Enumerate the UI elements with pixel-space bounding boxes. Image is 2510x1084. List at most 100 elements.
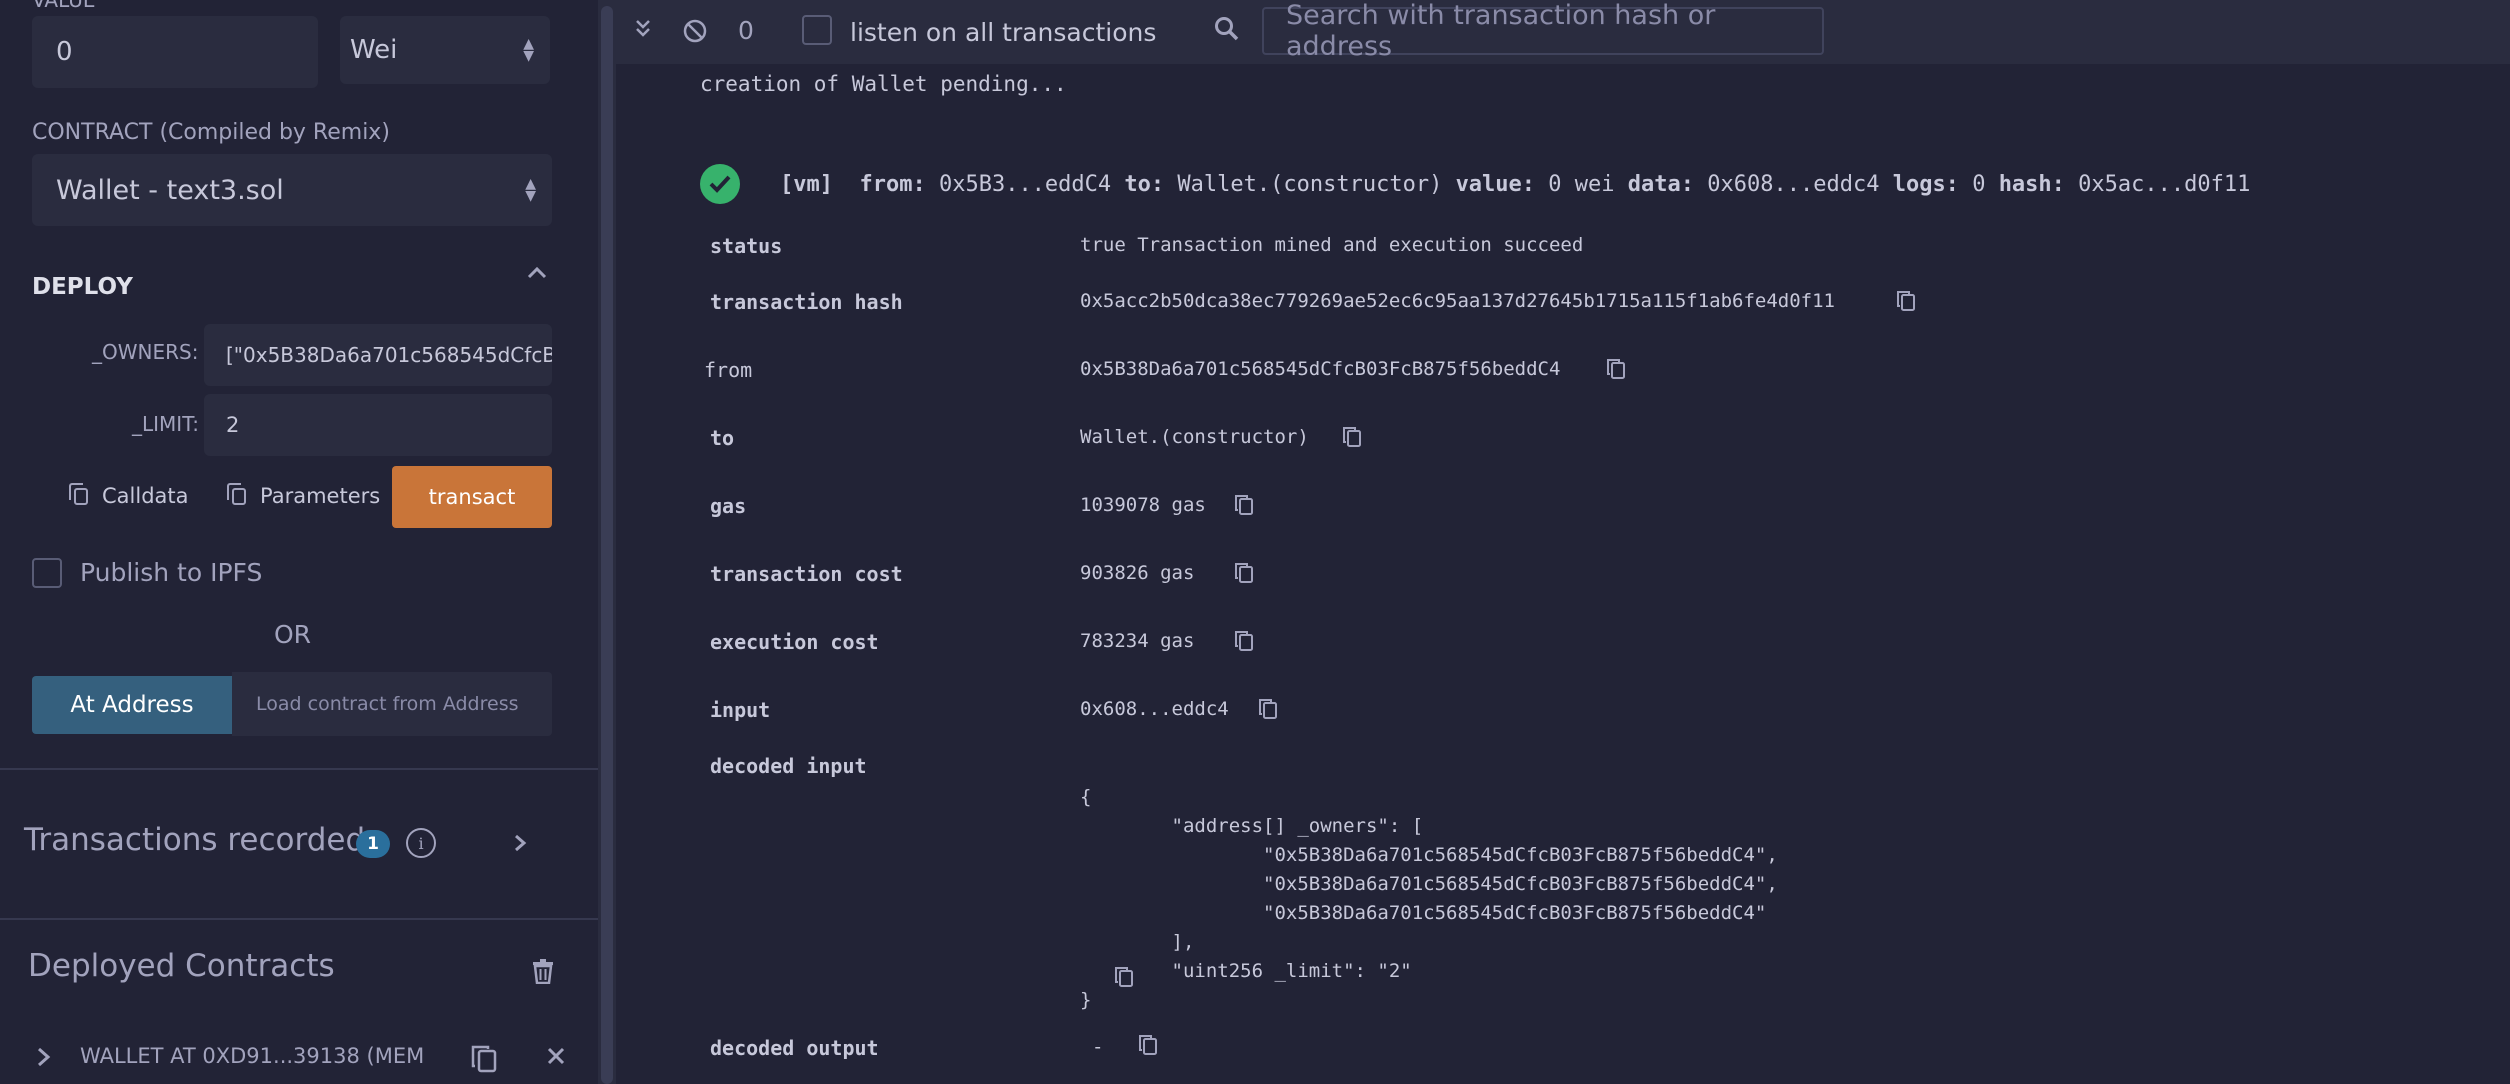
divider	[0, 918, 598, 920]
status-value: true Transaction mined and execution suc…	[1080, 234, 1584, 256]
summary-value-value: 0 wei	[1548, 172, 1615, 197]
listen-all-label: listen on all transactions	[850, 18, 1157, 47]
limit-input-text: 2	[226, 413, 240, 437]
summary-value-key: value:	[1455, 172, 1536, 197]
transact-button[interactable]: transact	[392, 466, 552, 528]
tx-cost-key: transaction cost	[710, 562, 903, 586]
gas-key: gas	[710, 494, 747, 518]
value-label: VALUE	[32, 0, 96, 12]
publish-ipfs-label: Publish to IPFS	[80, 558, 263, 587]
info-icon[interactable]: i	[406, 828, 436, 858]
expand-chevron-right-icon[interactable]	[36, 1046, 52, 1072]
left-panel-scrollbar-thumb[interactable]	[601, 6, 613, 1084]
decoded-input-line: "uint256 _limit": "2"	[1080, 960, 1412, 982]
exec-cost-value: 783234 gas	[1080, 630, 1195, 652]
input-value: 0x608...eddc4	[1080, 698, 1229, 720]
gas-value: 1039078 gas	[1080, 494, 1206, 516]
decoded-input-line: "0x5B38Da6a701c568545dCfcB03FcB875f56bed…	[1080, 873, 1778, 895]
summary-logs-value: 0	[1972, 172, 1986, 197]
decoded-input-line: ],	[1080, 931, 1195, 953]
from-value: 0x5B38Da6a701c568545dCfcB03FcB875f56bedd…	[1080, 358, 1561, 380]
owners-label: _OWNERS:	[92, 340, 199, 364]
copy-icon[interactable]	[1234, 494, 1254, 520]
unit-select[interactable]: Wei ▲ ▼	[340, 16, 550, 84]
copy-address-icon[interactable]	[470, 1044, 498, 1078]
summary-hash-key: hash:	[1998, 172, 2065, 197]
decoded-input-value: { "address[] _owners": [ "0x5B38Da6a701c…	[1080, 754, 1778, 1044]
parameters-button[interactable]: Parameters	[227, 482, 381, 508]
copy-icon[interactable]	[1258, 698, 1278, 724]
summary-from-value: 0x5B3...eddC4	[938, 172, 1112, 197]
pending-count: 0	[738, 16, 754, 45]
pending-message: creation of Wallet pending...	[700, 72, 1067, 96]
copy-icon	[227, 482, 246, 505]
contract-select[interactable]: Wallet - text3.sol ▲ ▼	[32, 154, 552, 226]
vm-tag: [vm]	[780, 172, 833, 197]
decoded-input-key: decoded input	[710, 754, 867, 778]
limit-input[interactable]: 2	[204, 394, 552, 456]
summary-hash-value: 0x5ac...d0f11	[2078, 172, 2251, 197]
collapse-terminal-icon[interactable]	[634, 18, 652, 44]
value-input-text: 0	[56, 37, 73, 67]
transactions-count-badge: 1	[356, 830, 390, 858]
at-address-button[interactable]: At Address	[32, 676, 232, 734]
copy-icon	[69, 482, 88, 505]
contract-select-text: Wallet - text3.sol	[56, 174, 284, 206]
tx-hash-key: transaction hash	[710, 290, 903, 314]
clear-console-icon[interactable]	[682, 18, 708, 48]
copy-icon[interactable]	[1234, 630, 1254, 656]
deployed-item-label: WALLET AT 0XD91...39138 (MEM	[80, 1044, 425, 1068]
success-check-icon	[700, 164, 740, 204]
tx-cost-value: 903826 gas	[1080, 562, 1195, 584]
summary-from-key: from:	[859, 172, 926, 197]
decoded-input-line: {	[1080, 786, 1092, 808]
calldata-button[interactable]: Calldata	[69, 482, 189, 508]
decoded-input-line: "address[] _owners": [	[1080, 815, 1424, 837]
decoded-input-line: "0x5B38Da6a701c568545dCfcB03FcB875f56bed…	[1080, 844, 1778, 866]
at-address-input[interactable]: Load contract from Address	[232, 672, 552, 736]
listen-all-checkbox[interactable]	[802, 15, 832, 45]
copy-icon[interactable]	[1114, 966, 1134, 992]
search-input[interactable]: Search with transaction hash or address	[1262, 0, 1824, 62]
decoded-input-line: }	[1080, 989, 1092, 1011]
limit-label: _LIMIT:	[132, 412, 199, 436]
parameters-label: Parameters	[260, 484, 381, 508]
contract-label: CONTRACT (Compiled by Remix)	[32, 120, 390, 145]
select-arrows-icon: ▲ ▼	[525, 176, 536, 204]
divider	[0, 768, 598, 770]
summary-data-value: 0x608...eddc4	[1707, 172, 1880, 197]
close-icon[interactable]	[546, 1046, 566, 1070]
copy-icon[interactable]	[1896, 290, 1916, 316]
transaction-summary[interactable]: [vm] from: 0x5B3...eddC4 to: Wallet.(con…	[780, 172, 2250, 197]
deploy-title: DEPLOY	[32, 274, 133, 300]
select-arrows-icon: ▲ ▼	[523, 36, 534, 64]
unit-select-text: Wei	[350, 35, 398, 65]
tx-hash-value: 0x5acc2b50dca38ec779269ae52ec6c95aa137d2…	[1080, 290, 1835, 312]
exec-cost-key: execution cost	[710, 630, 879, 654]
decoded-output-key: decoded output	[710, 1036, 879, 1060]
copy-icon[interactable]	[1234, 562, 1254, 588]
copy-icon[interactable]	[1606, 358, 1626, 384]
to-value: Wallet.(constructor)	[1080, 426, 1309, 448]
status-key: status	[710, 234, 783, 258]
copy-icon[interactable]	[1138, 1034, 1158, 1060]
value-input[interactable]: 0	[32, 16, 318, 88]
summary-logs-key: logs:	[1892, 172, 1959, 197]
summary-to-value: Wallet.(constructor)	[1177, 172, 1443, 197]
run-panel: VALUE 0 Wei ▲ ▼ CONTRACT (Compiled by Rem…	[0, 0, 598, 1084]
owners-input[interactable]: ["0x5B38Da6a701c568545dCfcB	[204, 324, 552, 386]
deployed-item[interactable]: WALLET AT 0XD91...39138 (MEM	[0, 1030, 598, 1084]
or-label: OR	[274, 620, 312, 649]
expand-chevron-right-icon[interactable]	[510, 832, 530, 854]
collapse-chevron-up-icon[interactable]	[526, 262, 548, 284]
publish-ipfs-checkbox[interactable]	[32, 558, 62, 588]
decoded-output-value: -	[1092, 1036, 1104, 1058]
copy-icon[interactable]	[1342, 426, 1362, 452]
summary-to-key: to:	[1124, 172, 1165, 197]
trash-icon[interactable]	[532, 958, 554, 988]
to-key: to	[710, 426, 735, 450]
contract-label-text: CONTRACT	[32, 120, 153, 145]
from-key: from	[704, 358, 753, 382]
summary-data-key: data:	[1627, 172, 1695, 197]
owners-input-text: ["0x5B38Da6a701c568545dCfcB	[226, 343, 552, 367]
